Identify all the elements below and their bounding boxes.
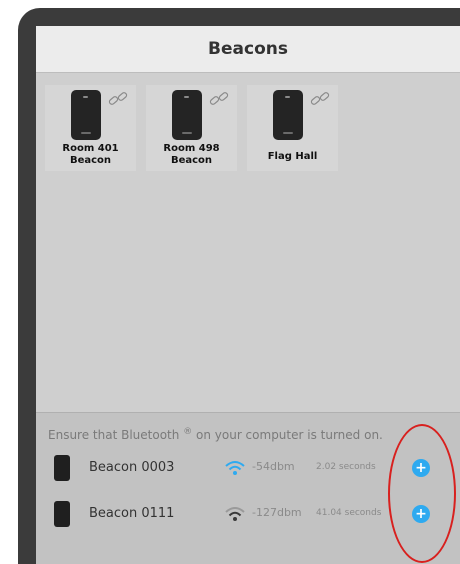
beacon-device-icon bbox=[71, 90, 101, 140]
last-seen: 41.04 seconds bbox=[316, 508, 382, 518]
signal-strength-icon bbox=[225, 507, 245, 521]
device-name: Beacon 0003 bbox=[89, 460, 175, 475]
beacon-tile-flag-hall[interactable]: Flag Hall bbox=[247, 85, 338, 171]
beacon-tile-label-line1: Room 401 bbox=[62, 143, 119, 154]
beacon-tile-label: Flag Hall bbox=[267, 151, 318, 162]
beacon-device-icon bbox=[172, 90, 202, 140]
title-bar: Beacons bbox=[36, 26, 460, 73]
broken-link-icon bbox=[310, 92, 330, 105]
beacon-tiles: Room 401 Beacon Room 498 Beacon Flag Hal… bbox=[45, 85, 338, 171]
notice-text-before: Ensure that Bluetooth bbox=[48, 428, 180, 442]
beacon-tile-label-line1: Room 498 bbox=[163, 143, 220, 154]
page-title: Beacons bbox=[208, 39, 288, 59]
beacon-tile-room-498[interactable]: Room 498 Beacon bbox=[146, 85, 237, 171]
beacon-tile-label-line2: Beacon bbox=[69, 155, 112, 166]
beacon-tile-room-401[interactable]: Room 401 Beacon bbox=[45, 85, 136, 171]
bluetooth-notice: Ensure that Bluetooth ® on your computer… bbox=[48, 427, 383, 442]
notice-text-after: on your computer is turned on. bbox=[192, 428, 383, 442]
registered-mark: ® bbox=[183, 427, 193, 437]
signal-value: -54dbm bbox=[252, 460, 295, 473]
beacon-device-icon bbox=[273, 90, 303, 140]
beacon-device-icon bbox=[54, 501, 70, 527]
signal-strength-icon bbox=[225, 461, 245, 475]
signal-value: -127dbm bbox=[252, 506, 302, 519]
last-seen: 2.02 seconds bbox=[316, 462, 376, 472]
device-name: Beacon 0111 bbox=[89, 506, 175, 521]
beacon-tile-label-line2: Beacon bbox=[170, 155, 213, 166]
beacon-device-icon bbox=[54, 455, 70, 481]
broken-link-icon bbox=[209, 92, 229, 105]
broken-link-icon bbox=[108, 92, 128, 105]
annotation-circle bbox=[388, 424, 456, 563]
